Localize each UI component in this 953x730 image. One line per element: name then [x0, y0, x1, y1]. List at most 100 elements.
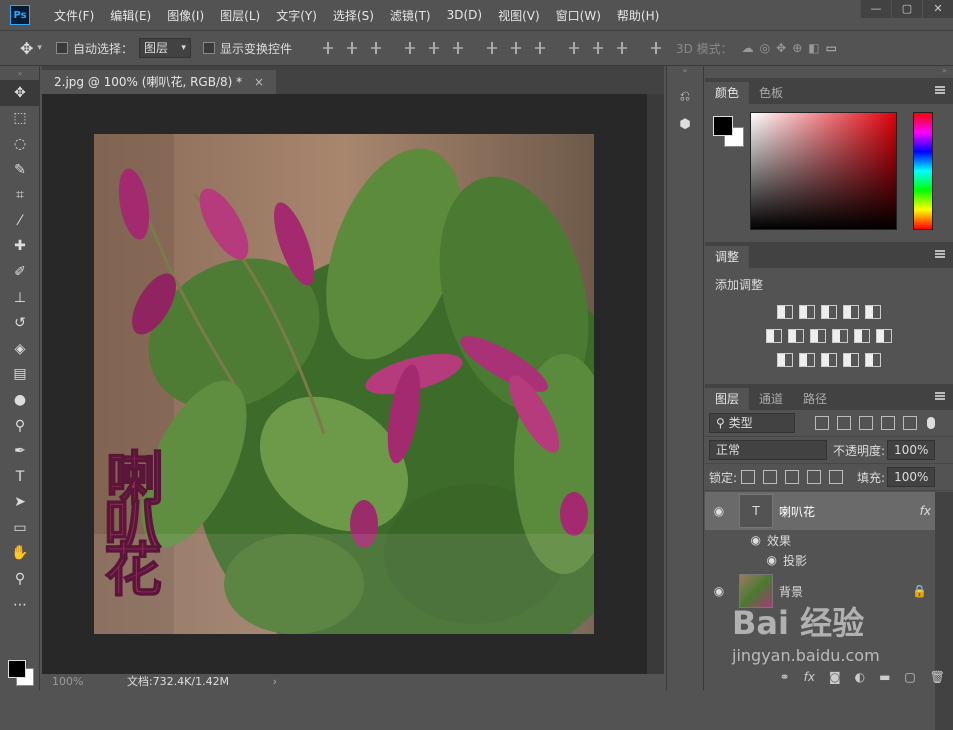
- lasso-tool-icon[interactable]: ◌: [0, 131, 40, 157]
- hand-tool-icon[interactable]: ✋: [0, 541, 40, 567]
- menu-file[interactable]: 文件(F): [46, 7, 102, 24]
- filter-adjustment-icon[interactable]: [837, 416, 851, 430]
- layer-row-background[interactable]: ◉ 背景 🔒: [705, 572, 935, 610]
- minimize-button[interactable]: —: [861, 0, 891, 18]
- gradient-tool-icon[interactable]: ▤: [0, 362, 40, 388]
- filter-shape-icon[interactable]: [881, 416, 895, 430]
- brush-tool-icon[interactable]: ✐: [0, 259, 40, 285]
- opacity-input[interactable]: 100%: [887, 440, 936, 460]
- align-top-icon[interactable]: [320, 41, 335, 55]
- collapse-panels-icon[interactable]: »: [705, 66, 953, 78]
- gradient-map-icon[interactable]: [865, 353, 881, 367]
- visibility-eye-icon[interactable]: ◉: [705, 504, 733, 518]
- color-picker-field[interactable]: [750, 112, 897, 230]
- lock-artboard-icon[interactable]: [807, 470, 822, 484]
- vertical-scrollbar[interactable]: [647, 94, 664, 674]
- effects-eye-icon[interactable]: ◉: [705, 533, 767, 547]
- mask-icon[interactable]: ◙: [829, 670, 841, 684]
- tab-swatches[interactable]: 色板: [749, 82, 793, 104]
- vibrance-icon[interactable]: [865, 305, 881, 319]
- document-image[interactable]: 喇 叭 花: [94, 134, 594, 634]
- auto-align-icon[interactable]: [648, 41, 663, 55]
- panel-menu-icon[interactable]: [935, 86, 945, 94]
- pen-tool-icon[interactable]: ✒: [0, 438, 40, 464]
- filter-smart-object-icon[interactable]: [903, 416, 917, 430]
- layers-scrollbar[interactable]: [935, 492, 953, 730]
- align-hcenter-icon[interactable]: [426, 41, 441, 55]
- filter-pixel-icon[interactable]: [815, 416, 829, 430]
- color-foreground-swatch[interactable]: [713, 116, 733, 136]
- menu-view[interactable]: 视图(V): [490, 7, 548, 24]
- distribute-right-icon[interactable]: [614, 41, 629, 55]
- status-zoom[interactable]: 100%: [52, 675, 83, 688]
- layer-name[interactable]: 喇叭花: [779, 503, 920, 520]
- threshold-icon[interactable]: [821, 353, 837, 367]
- align-bottom-icon[interactable]: [368, 41, 383, 55]
- trash-icon[interactable]: 🗑: [930, 670, 945, 684]
- invert-icon[interactable]: [777, 353, 793, 367]
- foreground-color-swatch[interactable]: [8, 660, 26, 678]
- tab-layers[interactable]: 图层: [705, 388, 750, 410]
- quick-select-tool-icon[interactable]: ✎: [0, 157, 40, 183]
- distribute-vcenter-icon[interactable]: [508, 41, 523, 55]
- healing-brush-icon[interactable]: ✚: [0, 234, 40, 260]
- auto-select-checkbox[interactable]: [55, 42, 68, 54]
- align-vcenter-icon[interactable]: [344, 41, 359, 55]
- rectangle-tool-icon[interactable]: ▭: [0, 515, 40, 541]
- menu-help[interactable]: 帮助(H): [609, 7, 667, 24]
- tab-color[interactable]: 颜色: [705, 82, 750, 104]
- levels-icon[interactable]: [799, 305, 815, 319]
- history-brush-icon[interactable]: ↺: [0, 310, 40, 336]
- shadow-eye-icon[interactable]: ◉: [705, 553, 783, 567]
- path-select-icon[interactable]: ➤: [0, 490, 40, 516]
- crop-tool-icon[interactable]: ⌗: [0, 182, 40, 208]
- drop-shadow-row[interactable]: ◉ 投影: [705, 550, 935, 570]
- tab-adjustments[interactable]: 调整: [705, 246, 750, 268]
- 3d-orbit-icon[interactable]: ☁: [742, 41, 754, 55]
- status-arrow-icon[interactable]: ›: [273, 675, 277, 688]
- menu-filter[interactable]: 滤镜(T): [382, 7, 439, 24]
- dodge-tool-icon[interactable]: ⚲: [0, 413, 40, 439]
- layers-menu-icon[interactable]: [935, 392, 945, 400]
- curves-icon[interactable]: [821, 305, 837, 319]
- document-tab[interactable]: 2.jpg @ 100% (喇叭花, RGB/8) * ×: [42, 70, 277, 94]
- 3d-roll-icon[interactable]: ◎: [760, 41, 770, 55]
- eraser-tool-icon[interactable]: ◈: [0, 336, 40, 362]
- type-tool-icon[interactable]: T: [0, 464, 40, 490]
- menu-layer[interactable]: 图层(L): [212, 7, 268, 24]
- group-icon[interactable]: ▬: [879, 670, 890, 684]
- filter-toggle-icon[interactable]: [927, 417, 935, 429]
- move-tool-icon[interactable]: ✥: [20, 39, 33, 58]
- fx-icon[interactable]: fx: [804, 670, 815, 684]
- close-tab-icon[interactable]: ×: [254, 75, 264, 89]
- show-transform-checkbox[interactable]: [202, 42, 215, 54]
- menu-window[interactable]: 窗口(W): [548, 7, 609, 24]
- background-eye-icon[interactable]: ◉: [705, 584, 733, 598]
- lock-image-icon[interactable]: [763, 470, 778, 484]
- menu-edit[interactable]: 编辑(E): [102, 7, 159, 24]
- black-white-icon[interactable]: [810, 329, 826, 343]
- tab-paths[interactable]: 路径: [793, 388, 837, 410]
- color-balance-icon[interactable]: [788, 329, 804, 343]
- distribute-hcenter-icon[interactable]: [590, 41, 605, 55]
- auto-select-dropdown[interactable]: 图层 ▾: [138, 38, 191, 58]
- distribute-left-icon[interactable]: [566, 41, 581, 55]
- tab-channels[interactable]: 通道: [749, 388, 793, 410]
- background-layer-name[interactable]: 背景: [779, 583, 912, 600]
- menu-type[interactable]: 文字(Y): [268, 7, 325, 24]
- restore-button[interactable]: ▢: [892, 0, 922, 18]
- adjustment-icon[interactable]: ◐: [855, 670, 865, 684]
- layer-filter-dropdown[interactable]: ⚲ 类型: [709, 413, 795, 433]
- posterize-icon[interactable]: [799, 353, 815, 367]
- layer-row-text[interactable]: ◉ T 喇叭花 fx: [705, 492, 935, 530]
- color-lookup-icon[interactable]: [876, 329, 892, 343]
- brightness-icon[interactable]: [777, 305, 793, 319]
- eyedropper-tool-icon[interactable]: ⁄: [0, 208, 40, 234]
- 3d-scale-icon[interactable]: ◧: [808, 41, 819, 55]
- workspace-icon[interactable]: ▭: [826, 41, 837, 55]
- menu-image[interactable]: 图像(I): [159, 7, 212, 24]
- lock-position-icon[interactable]: [785, 470, 800, 484]
- distribute-top-icon[interactable]: [484, 41, 499, 55]
- move-tool-icon[interactable]: ✥: [0, 80, 40, 106]
- menu-3d[interactable]: 3D(D): [439, 8, 490, 22]
